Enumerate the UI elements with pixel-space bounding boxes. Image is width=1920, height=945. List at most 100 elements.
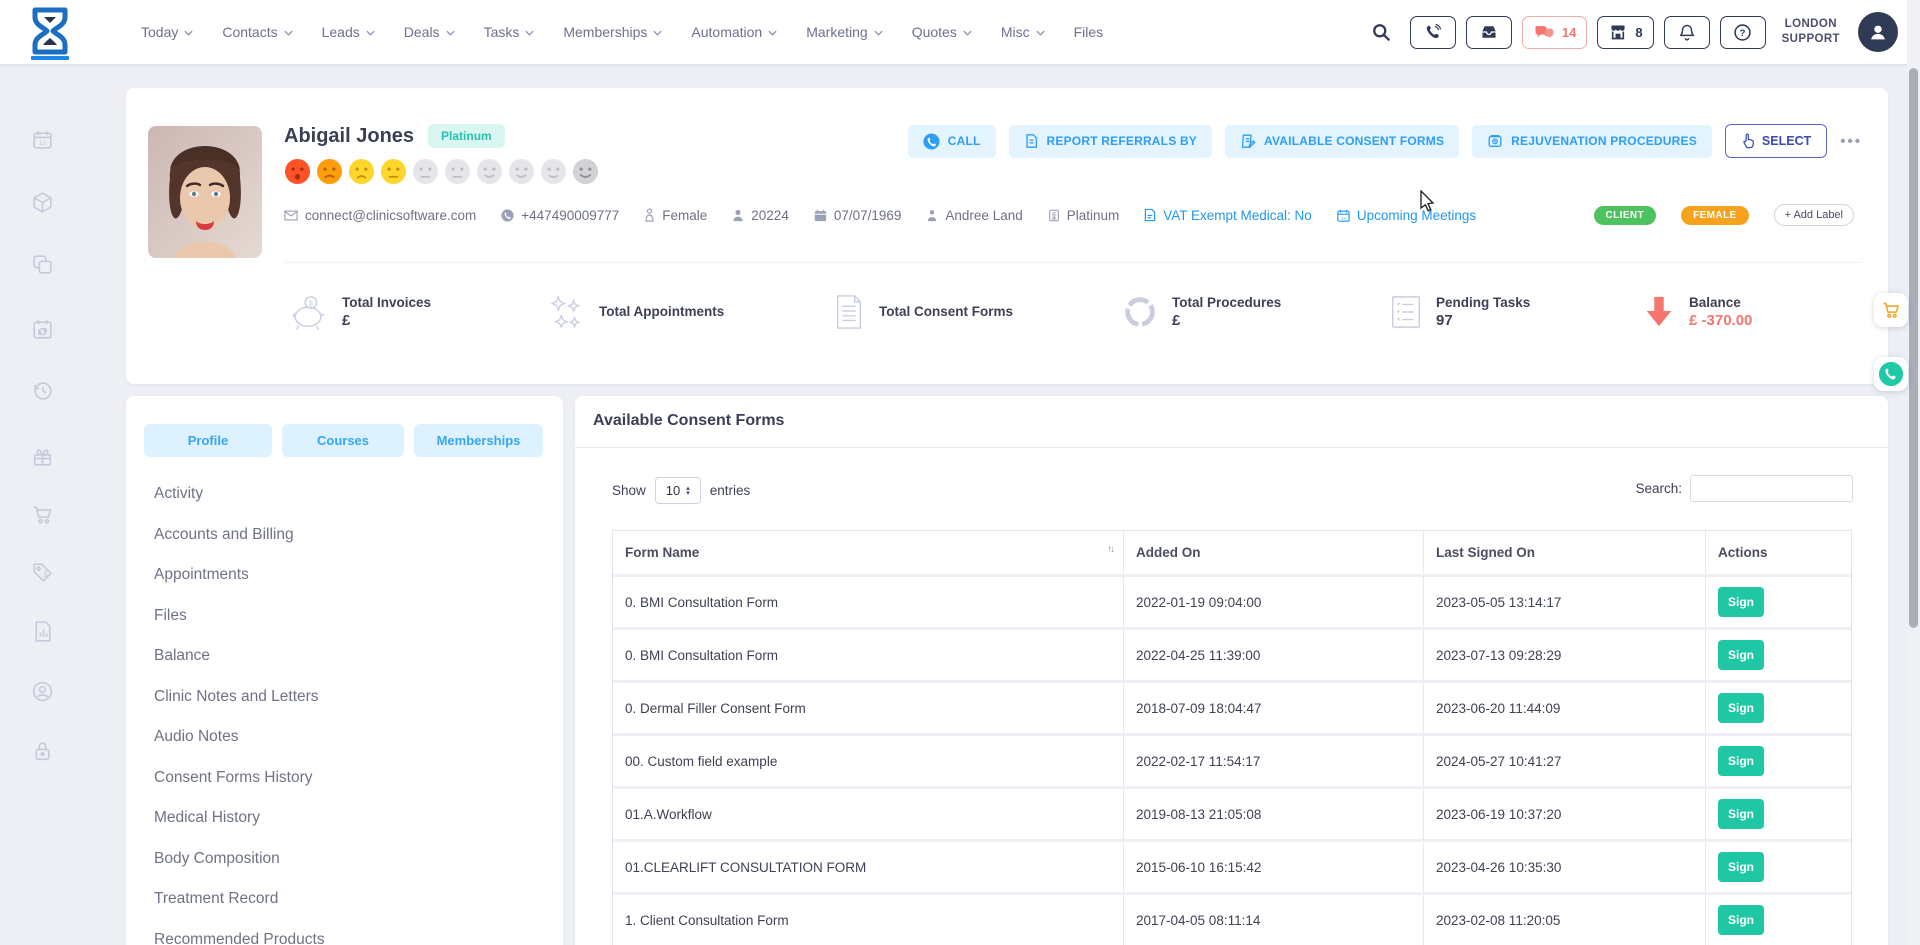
table-row: 0. Dermal Filler Consent Form 2018-07-09… [613, 680, 1851, 733]
mood-grey-neutral-icon[interactable] [412, 158, 439, 185]
floating-whatsapp-button[interactable] [1874, 357, 1908, 391]
chat-button[interactable]: 14 [1522, 16, 1587, 49]
chevron-down-icon [525, 30, 534, 36]
nav-files[interactable]: Files [1074, 24, 1104, 40]
mood-red-frown-icon[interactable] [284, 158, 311, 185]
mood-grey-smile-icon[interactable] [540, 158, 567, 185]
phone-button[interactable] [1410, 16, 1456, 49]
section-accounts-billing[interactable]: Accounts and Billing [154, 523, 325, 547]
table-row: 1. Client Consultation Form 2017-04-05 0… [613, 892, 1851, 945]
section-medical-history[interactable]: Medical History [154, 806, 325, 830]
client-phone[interactable]: +447490009777 [501, 208, 619, 223]
sign-button[interactable]: Sign [1718, 640, 1764, 670]
add-label-button[interactable]: + Add Label [1774, 204, 1854, 226]
section-balance[interactable]: Balance [154, 644, 325, 668]
nav-deals[interactable]: Deals [404, 24, 455, 40]
column-added-on[interactable]: Added On [1124, 531, 1424, 574]
report-referrals-button[interactable]: REPORT REFERRALS BY [1009, 125, 1212, 158]
inbox-button[interactable] [1466, 16, 1512, 49]
rail-security[interactable] [30, 739, 55, 764]
vat-exempt-link[interactable]: VAT Exempt Medical: No [1144, 208, 1312, 223]
consent-forms-table: Form Name↑↓ Added On Last Signed On Acti… [612, 530, 1852, 945]
sign-button[interactable]: Sign [1718, 799, 1764, 829]
stat-total-appointments: Total Appointments [546, 286, 724, 338]
section-clinic-notes[interactable]: Clinic Notes and Letters [154, 685, 325, 709]
account-menu[interactable]: LONDON SUPPORT [1782, 17, 1840, 47]
nav-label: Deals [404, 24, 440, 40]
select-button[interactable]: SELECT [1725, 124, 1827, 158]
phone-icon [501, 209, 514, 222]
section-recommended-products[interactable]: Recommended Products [154, 928, 325, 945]
rail-cart[interactable] [30, 502, 55, 527]
rejuvenation-procedures-button[interactable]: REJUVENATION PROCEDURES [1472, 125, 1712, 158]
client-name: Abigail Jones [284, 125, 414, 148]
section-activity[interactable]: Activity [154, 482, 325, 506]
mood-grey-neutral-icon[interactable] [444, 158, 471, 185]
sign-button[interactable]: Sign [1718, 852, 1764, 882]
rail-duplicates[interactable] [30, 252, 55, 277]
nav-label: Leads [322, 24, 360, 40]
tab-profile[interactable]: Profile [144, 424, 272, 457]
page-scrollbar[interactable] [1907, 0, 1920, 945]
help-button[interactable]: ? [1720, 16, 1766, 49]
nav-tasks[interactable]: Tasks [484, 24, 535, 40]
nav-contacts[interactable]: Contacts [222, 24, 292, 40]
app-logo[interactable] [26, 5, 74, 61]
rail-reports[interactable] [30, 619, 55, 644]
mood-darkgrey-smile-icon[interactable] [572, 158, 599, 185]
nav-leads[interactable]: Leads [322, 24, 375, 40]
section-body-composition[interactable]: Body Composition [154, 847, 325, 871]
rail-calendar[interactable]: 12 [30, 127, 55, 152]
search-button[interactable] [1371, 22, 1392, 43]
select-label: SELECT [1762, 134, 1811, 148]
notifications-button[interactable] [1664, 16, 1710, 49]
rail-products[interactable] [30, 190, 55, 215]
nav-marketing[interactable]: Marketing [806, 24, 882, 40]
search-input[interactable] [1690, 475, 1853, 502]
nav-memberships[interactable]: Memberships [563, 24, 662, 40]
user-avatar[interactable] [1858, 12, 1898, 52]
rail-pricing[interactable]: $ [30, 560, 55, 585]
page-size-select[interactable]: 10 ▴▾ [655, 477, 701, 504]
rail-rebook[interactable] [30, 317, 55, 342]
call-button[interactable]: CALL [908, 125, 996, 158]
tab-memberships[interactable]: Memberships [414, 424, 543, 457]
mood-grey-smile-icon[interactable] [508, 158, 535, 185]
client-email[interactable]: connect@clinicsoftware.com [284, 208, 476, 223]
mood-grey-smile-icon[interactable] [476, 158, 503, 185]
available-consent-forms-button[interactable]: AVAILABLE CONSENT FORMS [1225, 125, 1459, 158]
nav-quotes[interactable]: Quotes [912, 24, 972, 40]
section-audio-notes[interactable]: Audio Notes [154, 725, 325, 749]
cell-last-signed-on: 2023-06-19 10:37:20 [1424, 789, 1706, 839]
section-consent-forms-history[interactable]: Consent Forms History [154, 766, 325, 790]
section-appointments[interactable]: Appointments [154, 563, 325, 587]
sign-button[interactable]: Sign [1718, 587, 1764, 617]
rail-gifts[interactable] [30, 444, 55, 469]
more-options-button[interactable]: ••• [1840, 133, 1862, 150]
nav-today[interactable]: Today [141, 24, 193, 40]
mood-yellow-neutral-icon[interactable] [380, 158, 407, 185]
section-treatment-record[interactable]: Treatment Record [154, 887, 325, 911]
store-button[interactable]: 8 [1597, 16, 1653, 49]
stat-value: £ [342, 312, 350, 329]
upcoming-meetings-link[interactable]: 12 Upcoming Meetings [1337, 208, 1476, 223]
cell-last-signed-on: 2024-05-27 10:41:27 [1424, 736, 1706, 786]
nav-automation[interactable]: Automation [691, 24, 777, 40]
tab-courses[interactable]: Courses [282, 424, 404, 457]
sign-button[interactable]: Sign [1718, 905, 1764, 935]
scrollbar-thumb[interactable] [1909, 68, 1918, 628]
floating-cart-button[interactable] [1874, 293, 1908, 327]
donut-chart-icon [1121, 293, 1159, 331]
report-icon [30, 619, 55, 644]
rail-account[interactable] [30, 679, 55, 704]
column-last-signed-on[interactable]: Last Signed On [1424, 531, 1706, 574]
nav-misc[interactable]: Misc [1001, 24, 1045, 40]
column-form-name[interactable]: Form Name↑↓ [613, 531, 1124, 574]
rail-history[interactable] [30, 378, 55, 403]
page-size-control: Show 10 ▴▾ entries [612, 477, 750, 504]
mood-yellow-sad-icon[interactable] [348, 158, 375, 185]
sign-button[interactable]: Sign [1718, 693, 1764, 723]
mood-orange-frown-icon[interactable] [316, 158, 343, 185]
section-files[interactable]: Files [154, 604, 325, 628]
sign-button[interactable]: Sign [1718, 746, 1764, 776]
